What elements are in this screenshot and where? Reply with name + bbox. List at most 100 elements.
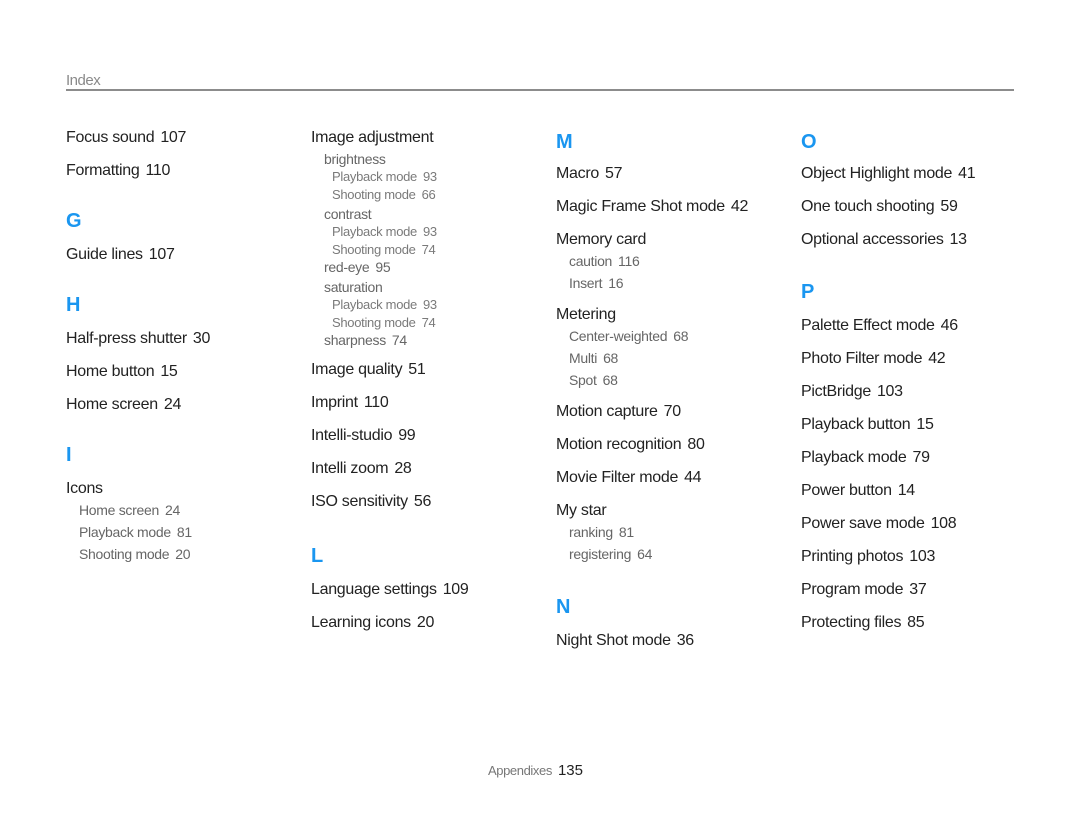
page-reference[interactable]: 80 [687, 436, 705, 453]
page-reference[interactable]: 51 [408, 361, 426, 378]
page-reference[interactable]: 110 [364, 394, 389, 411]
index-entry-main[interactable]: Photo Filter mode 42 [801, 349, 1041, 369]
index-entry-main[interactable]: Image adjustment [311, 128, 551, 148]
index-subentry-line[interactable]: registering 64 [569, 546, 652, 562]
page-reference[interactable]: 57 [605, 165, 623, 182]
index-entry-main[interactable]: Intelli zoom 28 [311, 459, 551, 479]
index-entry-main[interactable]: Object Highlight mode 41 [801, 164, 1041, 184]
page-reference[interactable]: 68 [673, 328, 688, 344]
page-reference[interactable]: 107 [160, 129, 186, 146]
index-subentry-line[interactable]: Insert 16 [569, 275, 624, 291]
index-entry-main[interactable]: Program mode 37 [801, 580, 1041, 600]
page-reference[interactable]: 70 [664, 403, 682, 420]
index-subentry-line[interactable]: Home screen 24 [79, 502, 180, 518]
page-reference[interactable]: 42 [731, 198, 749, 215]
index-entry-main[interactable]: Metering [556, 305, 796, 325]
page-reference[interactable]: 93 [423, 297, 437, 312]
index-subentry-line[interactable]: Playback mode 81 [79, 524, 192, 540]
index-entry-main[interactable]: Printing photos 103 [801, 547, 1041, 567]
index-subentry-line[interactable]: Multi 68 [569, 350, 618, 366]
index-entry-main[interactable]: Optional accessories 13 [801, 230, 1041, 250]
page-reference[interactable]: 79 [913, 449, 931, 466]
page-reference[interactable]: 41 [958, 165, 976, 182]
index-subentry-line[interactable]: saturation [324, 279, 383, 295]
index-subentry-line[interactable]: caution 116 [569, 253, 640, 269]
page-reference[interactable]: 68 [603, 350, 618, 366]
page-reference[interactable]: 20 [175, 546, 190, 562]
index-subentry-line[interactable]: ranking 81 [569, 524, 634, 540]
index-entry-main[interactable]: One touch shooting 59 [801, 197, 1041, 217]
index-entry-main[interactable]: Focus sound 107 [66, 128, 306, 148]
index-entry-main[interactable]: ISO sensitivity 56 [311, 492, 551, 512]
page-reference[interactable]: 42 [928, 350, 946, 367]
index-entry-main[interactable]: Memory card [556, 230, 796, 250]
page-reference[interactable]: 99 [398, 427, 416, 444]
page-reference[interactable]: 36 [677, 632, 695, 649]
index-subentry-line[interactable]: Spot 68 [569, 372, 618, 388]
index-subentry-line[interactable]: Shooting mode 20 [79, 546, 191, 562]
page-reference[interactable]: 103 [877, 383, 903, 400]
index-subentry-line[interactable]: sharpness 74 [324, 332, 407, 348]
page-reference[interactable]: 85 [907, 614, 925, 631]
index-entry-main[interactable]: Movie Filter mode 44 [556, 468, 796, 488]
page-reference[interactable]: 95 [375, 259, 390, 275]
index-entry-main[interactable]: Image quality 51 [311, 360, 551, 380]
page-reference[interactable]: 30 [193, 330, 211, 347]
page-reference[interactable]: 59 [940, 198, 958, 215]
page-reference[interactable]: 64 [637, 546, 652, 562]
page-reference[interactable]: 24 [164, 396, 182, 413]
page-reference[interactable]: 74 [422, 242, 436, 257]
index-entry-main[interactable]: Intelli-studio 99 [311, 426, 551, 446]
page-reference[interactable]: 37 [909, 581, 927, 598]
page-reference[interactable]: 20 [417, 614, 435, 631]
index-subentry-line[interactable]: Center-weighted 68 [569, 328, 689, 344]
index-entry-main[interactable]: Magic Frame Shot mode 42 [556, 197, 796, 217]
page-reference[interactable]: 66 [422, 187, 436, 202]
index-entry-main[interactable]: Language settings 109 [311, 580, 551, 600]
page-reference[interactable]: 14 [898, 482, 916, 499]
page-reference[interactable]: 81 [177, 524, 192, 540]
index-entry-main[interactable]: Night Shot mode 36 [556, 631, 796, 651]
page-reference[interactable]: 93 [423, 169, 437, 184]
index-subsubentry[interactable]: Playback mode 93 [324, 168, 551, 186]
page-reference[interactable]: 109 [443, 581, 469, 598]
page-reference[interactable]: 74 [422, 315, 436, 330]
index-subsubentry[interactable]: Shooting mode 66 [324, 186, 551, 204]
page-reference[interactable]: 15 [916, 416, 934, 433]
index-entry-main[interactable]: Home button 15 [66, 362, 306, 382]
index-entry-main[interactable]: Guide lines 107 [66, 245, 306, 265]
index-entry-main[interactable]: Motion capture 70 [556, 402, 796, 422]
page-reference[interactable]: 103 [909, 548, 935, 565]
page-reference[interactable]: 110 [145, 162, 170, 179]
index-entry-main[interactable]: Power save mode 108 [801, 514, 1041, 534]
page-reference[interactable]: 107 [149, 246, 175, 263]
page-reference[interactable]: 56 [414, 493, 432, 510]
index-entry-main[interactable]: Imprint 110 [311, 393, 551, 413]
index-entry-main[interactable]: My star [556, 501, 796, 521]
page-reference[interactable]: 68 [603, 372, 618, 388]
index-subentry-line[interactable]: red-eye 95 [324, 259, 391, 275]
index-entry-main[interactable]: Power button 14 [801, 481, 1041, 501]
index-entry-main[interactable]: Formatting 110 [66, 161, 306, 181]
index-subsubentry[interactable]: Playback mode 93 [324, 296, 551, 314]
page-reference[interactable]: 13 [950, 231, 968, 248]
index-subentry-line[interactable]: contrast [324, 206, 372, 222]
index-entry-main[interactable]: Playback mode 79 [801, 448, 1041, 468]
page-reference[interactable]: 116 [618, 253, 640, 269]
index-subentry-line[interactable]: brightness [324, 151, 386, 167]
page-reference[interactable]: 74 [392, 332, 407, 348]
index-entry-main[interactable]: Icons [66, 479, 306, 499]
index-entry-main[interactable]: Motion recognition 80 [556, 435, 796, 455]
page-reference[interactable]: 108 [931, 515, 957, 532]
index-entry-main[interactable]: Learning icons 20 [311, 613, 551, 633]
index-entry-main[interactable]: Playback button 15 [801, 415, 1041, 435]
index-entry-main[interactable]: Half-press shutter 30 [66, 329, 306, 349]
index-entry-main[interactable]: Protecting files 85 [801, 613, 1041, 633]
page-reference[interactable]: 15 [160, 363, 178, 380]
index-subsubentry[interactable]: Playback mode 93 [324, 223, 551, 241]
index-subsubentry[interactable]: Shooting mode 74 [324, 314, 551, 332]
index-entry-main[interactable]: PictBridge 103 [801, 382, 1041, 402]
page-reference[interactable]: 81 [619, 524, 634, 540]
page-reference[interactable]: 46 [941, 317, 959, 334]
index-subsubentry[interactable]: Shooting mode 74 [324, 241, 551, 259]
